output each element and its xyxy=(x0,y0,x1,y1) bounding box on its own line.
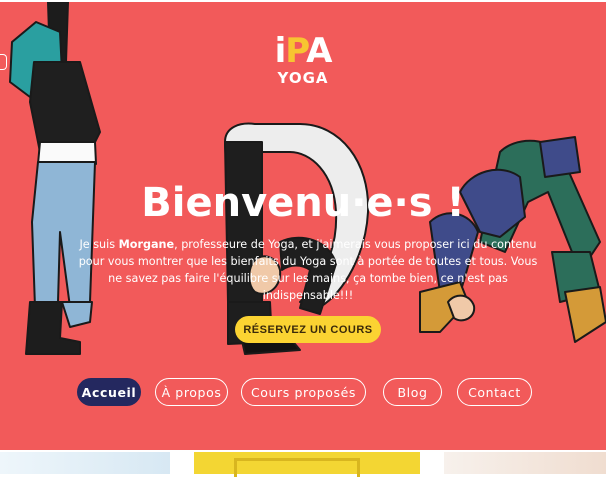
logo-letter-i: i xyxy=(274,31,287,71)
intro-name: Morgane xyxy=(118,238,175,251)
hero-banner: iPA YOGA Bienvenu·e·s ! Je suis Morgane,… xyxy=(0,2,606,450)
logo-word: YOGA xyxy=(277,69,329,87)
logo-letter-a: A xyxy=(306,31,332,71)
nav-item-accueil[interactable]: Accueil xyxy=(77,378,141,406)
page-title: Bienvenu·e·s ! xyxy=(141,180,465,226)
preview-image-2[interactable] xyxy=(194,452,420,477)
site-logo[interactable]: iPA YOGA xyxy=(0,32,606,86)
preview-image-1[interactable] xyxy=(0,452,170,474)
nav-item-blog[interactable]: Blog xyxy=(383,378,442,406)
nav-item-contact[interactable]: Contact xyxy=(457,378,532,406)
intro-text: Je suis Morgane, professeure de Yoga, et… xyxy=(78,236,538,304)
nav-item-cours-proposes[interactable]: Cours proposés xyxy=(241,378,366,406)
logo-letter-p: P xyxy=(285,31,307,71)
logo-mark: iPA xyxy=(274,31,333,71)
book-course-button[interactable]: RÉSERVEZ UN COURS xyxy=(235,316,381,343)
nav-item-a-propos[interactable]: À propos xyxy=(155,378,228,406)
intro-before: Je suis xyxy=(79,238,119,251)
main-nav: Accueil À propos Cours proposés Blog Con… xyxy=(0,378,606,408)
preview-image-3[interactable] xyxy=(444,452,606,474)
